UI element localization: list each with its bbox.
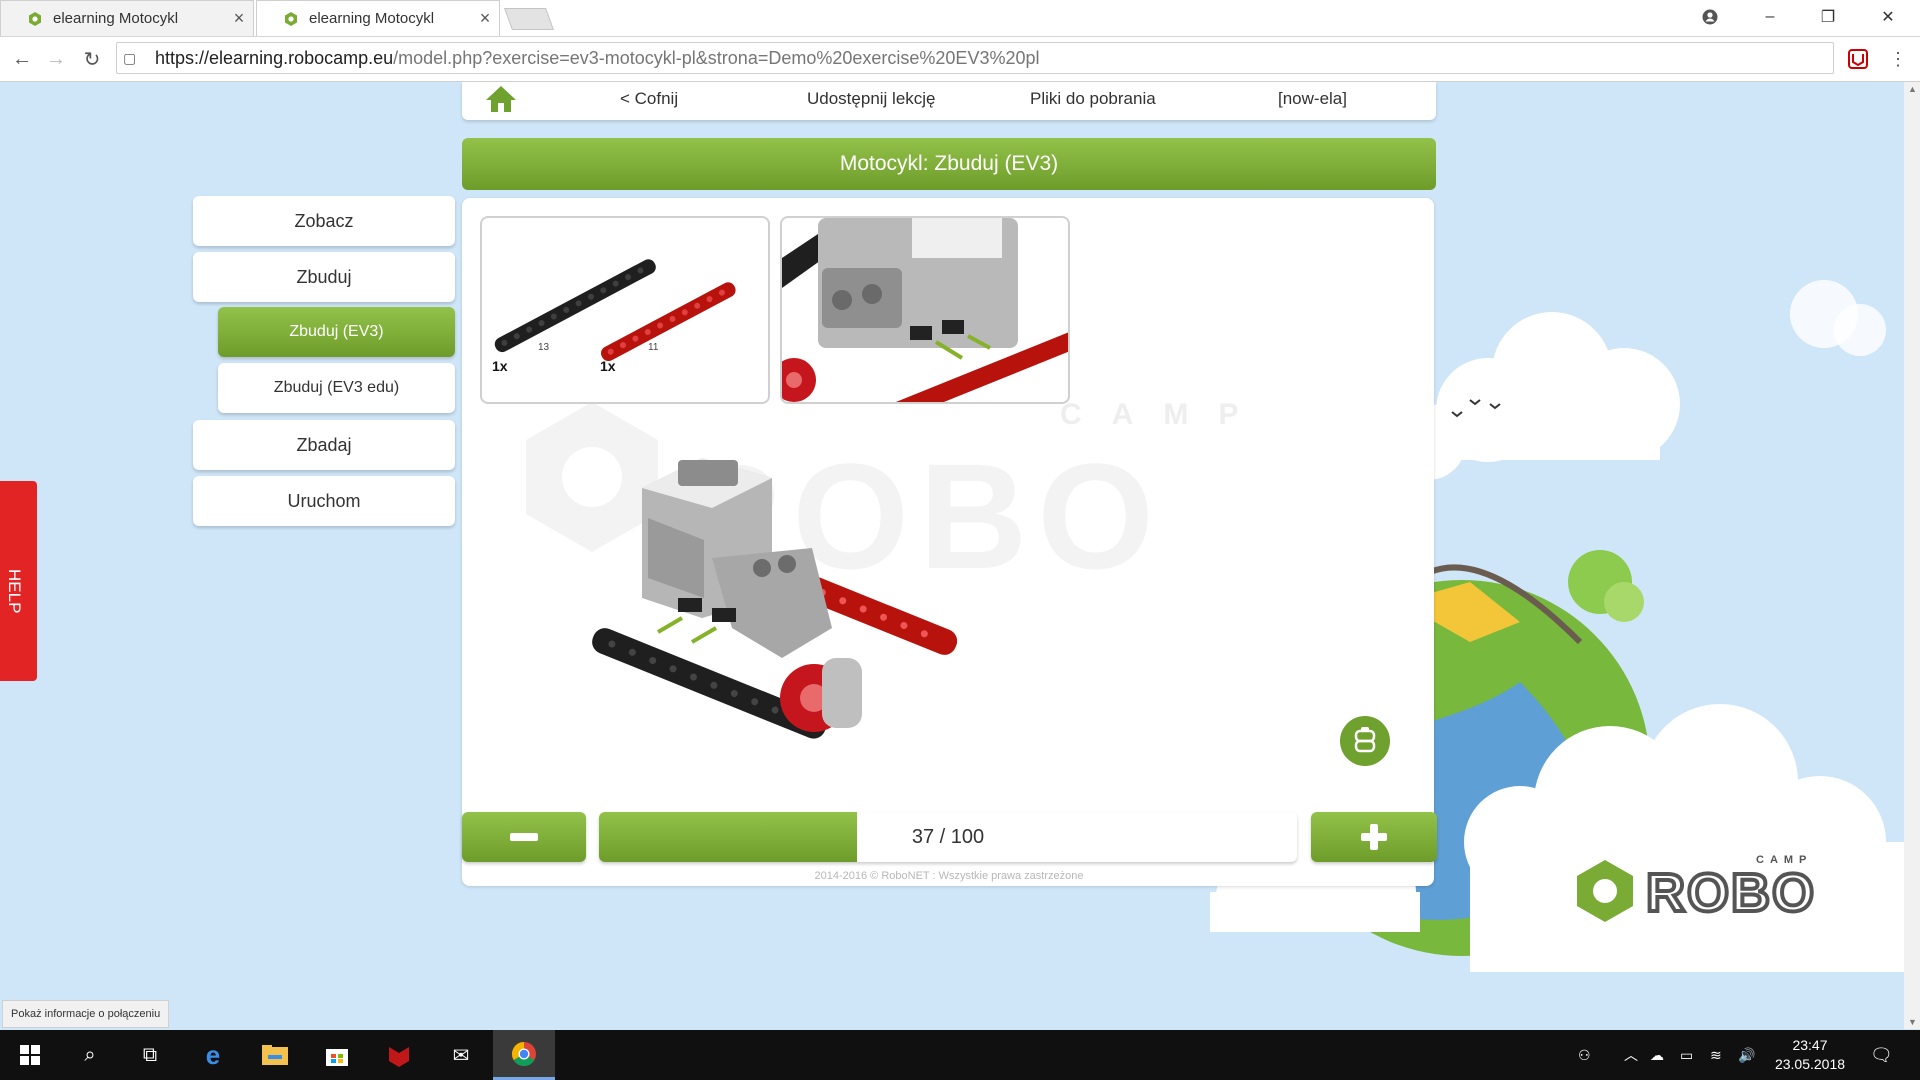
close-tab-icon[interactable]: × <box>471 8 499 29</box>
menu-icon[interactable]: ⋮ <box>1884 45 1912 73</box>
previous-step-button[interactable] <box>462 812 586 862</box>
windows-icon <box>20 1045 40 1065</box>
tab-strip: elearning Motocykl × elearning Motocykl … <box>0 0 1920 37</box>
parts-list-thumbnail[interactable]: 1x 13 1x 11 <box>480 216 770 404</box>
url-host: https://elearning.robocamp.eu <box>155 47 394 68</box>
show-hidden-icons-icon[interactable]: ︿ <box>1624 1030 1638 1080</box>
page-title: Motocykl: Zbuduj (EV3) <box>462 138 1436 190</box>
store-icon[interactable] <box>307 1030 367 1080</box>
plus-icon <box>1361 824 1387 850</box>
sidebar-item-zbuduj[interactable]: Zbuduj <box>193 252 455 302</box>
page-viewport: CAMP ROBO < Cofnij Udostępnij lekcję Pli… <box>0 82 1904 1029</box>
help-tab[interactable]: HELP <box>0 481 37 681</box>
previous-step-thumbnail[interactable] <box>780 216 1070 404</box>
robocamp-favicon-icon <box>29 11 41 26</box>
share-lesson-link[interactable]: Udostępnij lekcję <box>807 89 936 109</box>
edge-icon[interactable]: e <box>183 1030 243 1080</box>
taskbar-clock[interactable]: 23:47 23.05.2018 <box>1770 1036 1850 1074</box>
chrome-taskbar-icon[interactable] <box>493 1030 555 1080</box>
minus-icon <box>510 833 538 841</box>
reload-icon[interactable]: ↻ <box>78 45 106 73</box>
step-progress-bar: 37 / 100 <box>599 812 1297 862</box>
downloads-link[interactable]: Pliki do pobrania <box>1030 89 1156 109</box>
sidebar-item-zobacz[interactable]: Zobacz <box>193 196 455 246</box>
part-2-quantity: 1x <box>600 358 616 374</box>
mcafee-extension-icon[interactable] <box>1846 47 1870 71</box>
profile-icon[interactable] <box>1682 0 1738 34</box>
clock-date: 23.05.2018 <box>1774 1056 1846 1072</box>
next-step-button[interactable] <box>1311 812 1437 862</box>
address-bar[interactable]: ▢ https://elearning.robocamp.eu /model.p… <box>116 42 1834 74</box>
robocamp-logo-hexagon <box>1577 860 1633 922</box>
page-scrollbar[interactable]: ▲ ▼ <box>1904 82 1920 1029</box>
build-step-image <box>592 458 958 739</box>
restore-icon[interactable]: ❐ <box>1800 0 1856 34</box>
part-1-length: 13 <box>538 342 550 353</box>
back-arrow-icon[interactable]: ← <box>8 45 36 73</box>
volume-icon[interactable]: 🔊 <box>1738 1030 1755 1080</box>
task-view-icon[interactable]: ⧉ <box>120 1030 180 1080</box>
sidebar-item-uruchom[interactable]: Uruchom <box>193 476 455 526</box>
robocamp-favicon-icon <box>285 11 297 26</box>
new-tab-button[interactable] <box>503 8 555 30</box>
sidebar-item-zbuduj-ev3[interactable]: Zbuduj (EV3) <box>218 307 455 357</box>
people-icon[interactable]: ⚇ <box>1578 1030 1591 1080</box>
logo-robo: ROBO <box>1644 861 1816 925</box>
start-button[interactable] <box>0 1030 60 1080</box>
step-counter: 37 / 100 <box>911 825 985 848</box>
connection-info-tooltip: Pokaż informacje o połączeniu <box>2 1000 170 1028</box>
previous-step-image <box>782 218 1068 402</box>
mail-icon[interactable]: ✉ <box>431 1030 491 1080</box>
mcafee-icon[interactable] <box>369 1030 429 1080</box>
tab-title: elearning Motocykl <box>309 10 435 27</box>
close-window-icon[interactable]: ✕ <box>1860 0 1916 34</box>
windows-taskbar: ⌕ ⧉ e ✉ ⚇ ︿ ☁ ▭ ≋ 🔊 23:47 23.05.2018 🗨 <box>0 1030 1920 1080</box>
close-tab-icon[interactable]: × <box>225 8 253 29</box>
back-link[interactable]: < Cofnij <box>620 89 678 109</box>
action-center-icon[interactable]: 🗨 <box>1870 1030 1893 1080</box>
scroll-up-icon[interactable]: ▲ <box>1908 84 1917 94</box>
onedrive-icon[interactable]: ☁ <box>1650 1030 1664 1080</box>
top-nav: < Cofnij Udostępnij lekcję Pliki do pobr… <box>462 82 1436 120</box>
home-icon[interactable] <box>484 84 518 114</box>
clock-time: 23:47 <box>1792 1037 1828 1053</box>
help-label: HELP <box>5 569 24 614</box>
footer-copyright: 2014-2016 © RoboNET : Wszystkie prawa za… <box>814 870 1084 882</box>
user-link[interactable]: [now-ela] <box>1278 89 1347 109</box>
scroll-down-icon[interactable]: ▼ <box>1908 1017 1917 1027</box>
browser-toolbar: ← → ↻ ▢ https://elearning.robocamp.eu /m… <box>0 37 1920 82</box>
tab-title: elearning Motocykl <box>53 10 179 27</box>
search-icon[interactable]: ⌕ <box>60 1030 120 1080</box>
page-info-icon[interactable]: ▢ <box>123 50 147 67</box>
sidebar-item-zbuduj-ev3-edu[interactable]: Zbuduj (EV3 edu) <box>218 363 455 413</box>
minimize-icon[interactable]: – <box>1742 0 1798 34</box>
instruction-panel: CAMP ROBO 1x 13 1x 11 <box>462 198 1434 886</box>
file-explorer-icon[interactable] <box>245 1030 305 1080</box>
url-path: /model.php?exercise=ev3-motocykl-pl&stro… <box>393 47 1040 68</box>
part-1-quantity: 1x <box>492 358 508 374</box>
forward-arrow-icon[interactable]: → <box>42 45 70 73</box>
tab-elearning-1[interactable]: elearning Motocykl × <box>0 0 254 36</box>
watermark-camp: CAMP <box>1060 398 1269 431</box>
beam-parts-image <box>494 259 736 362</box>
sidebar-item-zbadaj[interactable]: Zbadaj <box>193 420 455 470</box>
part-2-length: 11 <box>648 342 659 353</box>
battery-icon[interactable]: ▭ <box>1680 1030 1693 1080</box>
parts-list-button[interactable] <box>1340 716 1390 766</box>
wifi-icon[interactable]: ≋ <box>1710 1030 1722 1080</box>
tab-elearning-2[interactable]: elearning Motocykl × <box>256 0 500 36</box>
parts-box-icon <box>1354 727 1376 753</box>
robocamp-logo: CAMP ROBO <box>1574 854 1854 934</box>
